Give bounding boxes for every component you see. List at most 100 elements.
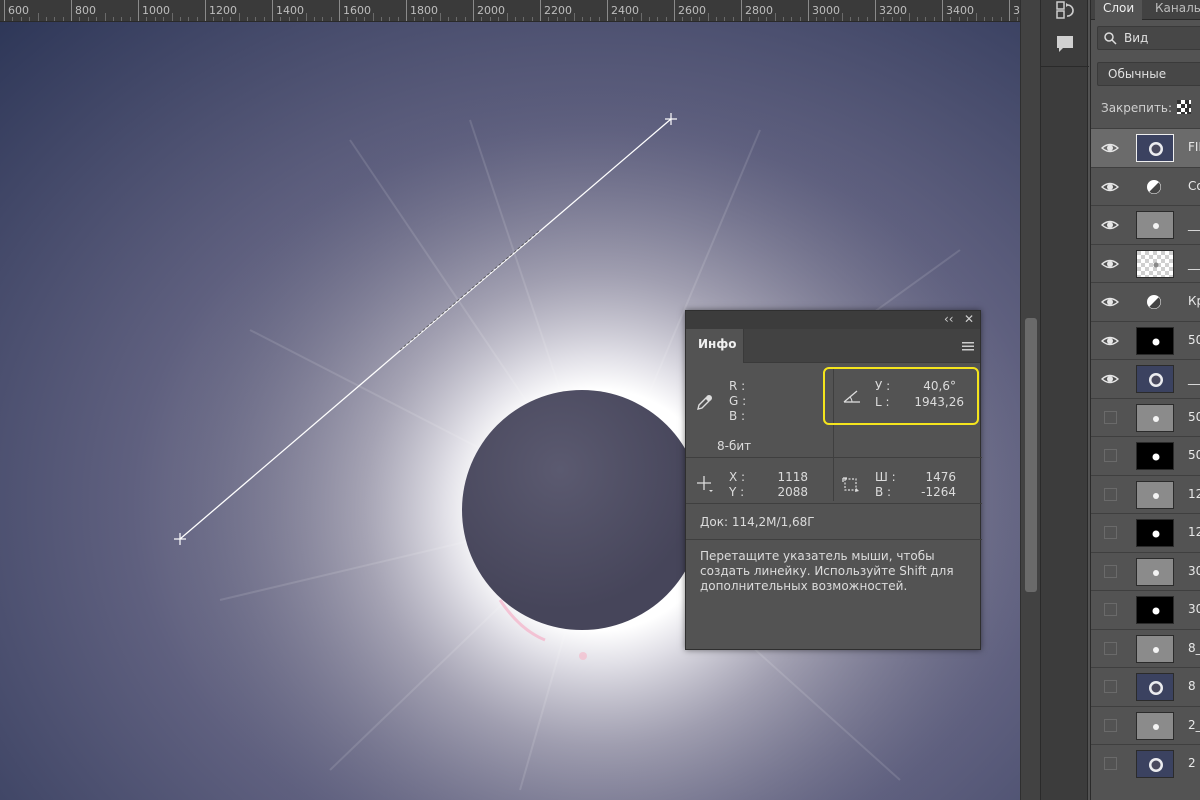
ruler-minor-tick [565, 17, 567, 21]
hamburger-menu-icon[interactable] [962, 341, 974, 351]
layer-row[interactable]: Co [1091, 166, 1200, 206]
visibility-toggle[interactable] [1104, 410, 1117, 424]
info-panel: ‹‹ ✕ Инфо R : G : B : 8-бит У : L : 40,6… [685, 310, 982, 650]
tab-channels[interactable]: Каналы [1147, 0, 1200, 20]
layer-row[interactable]: 12 [1091, 474, 1200, 514]
layer-row[interactable]: 2 [1091, 744, 1200, 783]
ruler-minor-tick [548, 17, 550, 21]
hint-text: Перетащите указатель мыши, чтобы создать… [700, 549, 954, 593]
ruler-minor-tick [983, 17, 985, 21]
ruler-minor-tick [79, 17, 81, 21]
ruler-tick-label: 3200 [879, 4, 907, 17]
eye-icon[interactable] [1101, 293, 1119, 311]
layer-row[interactable]: Кр [1091, 282, 1200, 321]
lock-transparency-icon[interactable] [1177, 100, 1191, 114]
ruler-minor-tick [12, 17, 14, 21]
visibility-toggle[interactable] [1104, 680, 1117, 693]
layer-row[interactable]: 30 [1091, 551, 1200, 591]
visibility-toggle[interactable] [1104, 757, 1117, 770]
ruler-minor-tick [179, 17, 181, 21]
eye-icon[interactable] [1101, 370, 1119, 388]
layer-row[interactable]: __ [1091, 359, 1200, 398]
visibility-toggle[interactable] [1104, 564, 1117, 578]
layer-name: __ [1188, 255, 1200, 270]
layer-name: 12 [1188, 486, 1200, 501]
eye-icon[interactable] [1101, 178, 1119, 196]
ruler-minor-tick [648, 17, 650, 21]
ruler-tick: 2600 [674, 0, 706, 21]
ruler-tick: 1200 [205, 0, 237, 21]
layer-row[interactable]: FIL [1091, 128, 1200, 167]
ruler-minor-tick [171, 13, 173, 21]
blend-mode-select[interactable]: Обычные [1097, 62, 1200, 86]
visibility-toggle[interactable] [1104, 718, 1117, 732]
ruler-minor-tick [950, 17, 952, 21]
ruler-minor-tick [933, 17, 935, 21]
ruler-minor-tick [280, 17, 282, 21]
comment-icon[interactable] [1053, 32, 1077, 56]
ruler-minor-tick [330, 17, 332, 21]
layer-row[interactable]: 50 [1091, 397, 1200, 437]
close-icon[interactable]: ✕ [964, 312, 974, 326]
height-value: -1264 [921, 485, 956, 499]
layer-row[interactable]: __ [1091, 243, 1200, 283]
vertical-scrollbar[interactable] [1020, 0, 1040, 800]
ruler-tick: 600 [4, 0, 29, 21]
ruler-minor-tick [623, 17, 625, 21]
blend-mode-value: Обычные [1108, 67, 1167, 81]
history-icon[interactable] [1053, 0, 1077, 24]
info-panel-titlebar[interactable]: ‹‹ ✕ [686, 311, 980, 329]
ruler-tick: 3400 [942, 0, 974, 21]
ruler-minor-tick [322, 17, 324, 21]
ruler-tick-label: 3400 [946, 4, 974, 17]
tab-layers[interactable]: Слои [1095, 0, 1143, 20]
ruler-minor-tick [489, 17, 491, 21]
ruler-minor-tick [707, 13, 709, 21]
layer-row[interactable]: __ [1091, 205, 1200, 244]
visibility-toggle[interactable] [1104, 487, 1117, 501]
eye-icon[interactable] [1101, 332, 1119, 350]
eye-icon[interactable] [1101, 139, 1119, 157]
eye-icon[interactable] [1101, 255, 1119, 273]
ruler-minor-tick [364, 17, 366, 21]
layer-row[interactable]: 30 [1091, 590, 1200, 629]
eye-icon[interactable] [1101, 216, 1119, 234]
layer-row[interactable]: 8 [1091, 667, 1200, 706]
layer-row[interactable]: 50 [1091, 436, 1200, 475]
scrollbar-thumb[interactable] [1025, 318, 1037, 592]
ruler-minor-tick [724, 17, 726, 21]
layer-row[interactable]: 8_ [1091, 628, 1200, 668]
ruler-minor-tick [230, 17, 232, 21]
r-label: R : [729, 379, 746, 393]
layer-row[interactable]: 50 [1091, 320, 1200, 360]
layer-row[interactable]: 12 [1091, 513, 1200, 552]
ruler-minor-tick [129, 17, 131, 21]
double-chevron-left-icon[interactable]: ‹‹ [944, 312, 954, 326]
visibility-toggle[interactable] [1104, 603, 1117, 616]
visibility-toggle[interactable] [1104, 641, 1117, 655]
ruler-minor-tick [665, 17, 667, 21]
layer-filter-select[interactable]: Вид [1097, 26, 1200, 50]
ruler-minor-tick [62, 17, 64, 21]
layer-name: __ [1188, 217, 1200, 231]
ruler-minor-tick [54, 17, 56, 21]
visibility-toggle[interactable] [1104, 449, 1117, 462]
tab-info[interactable]: Инфо [686, 329, 744, 363]
ruler-minor-tick [372, 13, 374, 21]
x-label: X : [729, 470, 746, 484]
g-label: G : [729, 394, 747, 408]
ruler-minor-tick [238, 13, 240, 21]
ruler-minor-tick [598, 17, 600, 21]
ruler-minor-tick [799, 17, 801, 21]
ruler-minor-tick [632, 17, 634, 21]
visibility-toggle[interactable] [1104, 526, 1117, 539]
ruler-tick: 2200 [540, 0, 572, 21]
layer-thumbnail [1136, 557, 1174, 586]
ruler-tick-label: 1800 [410, 4, 438, 17]
layer-name: 2_ [1188, 717, 1200, 732]
ruler-tick-label: 2000 [477, 4, 505, 17]
horizontal-ruler[interactable]: 600 800 1000 1200 1400 1600 1800 2000 2200 2400 26… [0, 0, 1020, 22]
ruler-minor-tick [288, 17, 290, 21]
layer-thumbnail [1136, 403, 1174, 432]
layer-row[interactable]: 2_ [1091, 705, 1200, 745]
